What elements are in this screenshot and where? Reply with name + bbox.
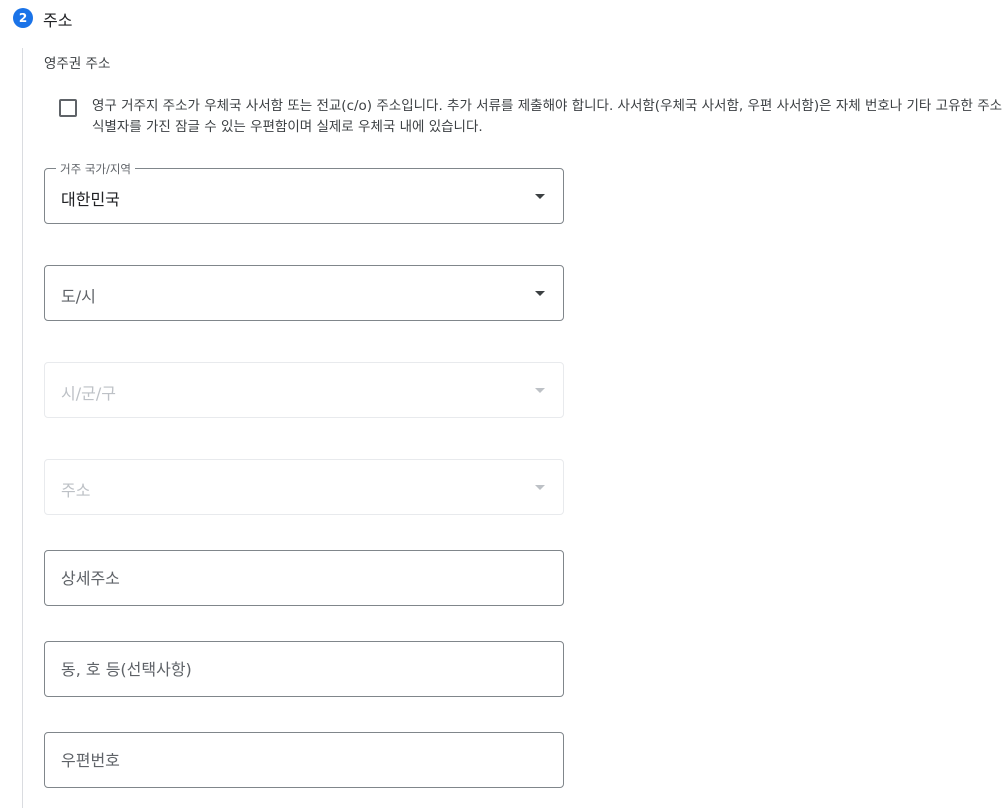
unit-input[interactable] [45,642,563,696]
province-select[interactable]: 도/시 [44,265,564,321]
section-title: 주소 [43,11,73,30]
dropdown-arrow-icon [535,194,545,199]
city-select: 시/군/구 [44,362,564,418]
province-select-placeholder: 도/시 [61,287,96,306]
permanent-address-subheading: 영주권 주소 [44,56,111,72]
dropdown-arrow-icon [535,485,545,490]
detail-address-input[interactable] [45,551,563,605]
detail-address-field-box [44,550,564,606]
city-select-placeholder: 시/군/구 [61,384,116,403]
postal-code-input[interactable] [45,733,563,787]
po-box-checkbox-label: 영구 거주지 주소가 우체국 사서함 또는 전교(c/o) 주소입니다. 추가 … [92,98,1003,135]
postal-code-field-box [44,732,564,788]
unit-field-box [44,641,564,697]
dropdown-arrow-icon [535,388,545,393]
country-select-label: 거주 국가/지역 [56,161,136,177]
po-box-checkbox[interactable] [59,99,77,117]
address-select: 주소 [44,459,564,515]
step-rail-divider [22,48,23,808]
country-select[interactable]: 거주 국가/지역 대한민국 [44,161,564,224]
step-number-badge: 2 [13,8,33,28]
dropdown-arrow-icon [535,291,545,296]
address-select-placeholder: 주소 [61,481,91,500]
country-select-value: 대한민국 [61,190,120,209]
